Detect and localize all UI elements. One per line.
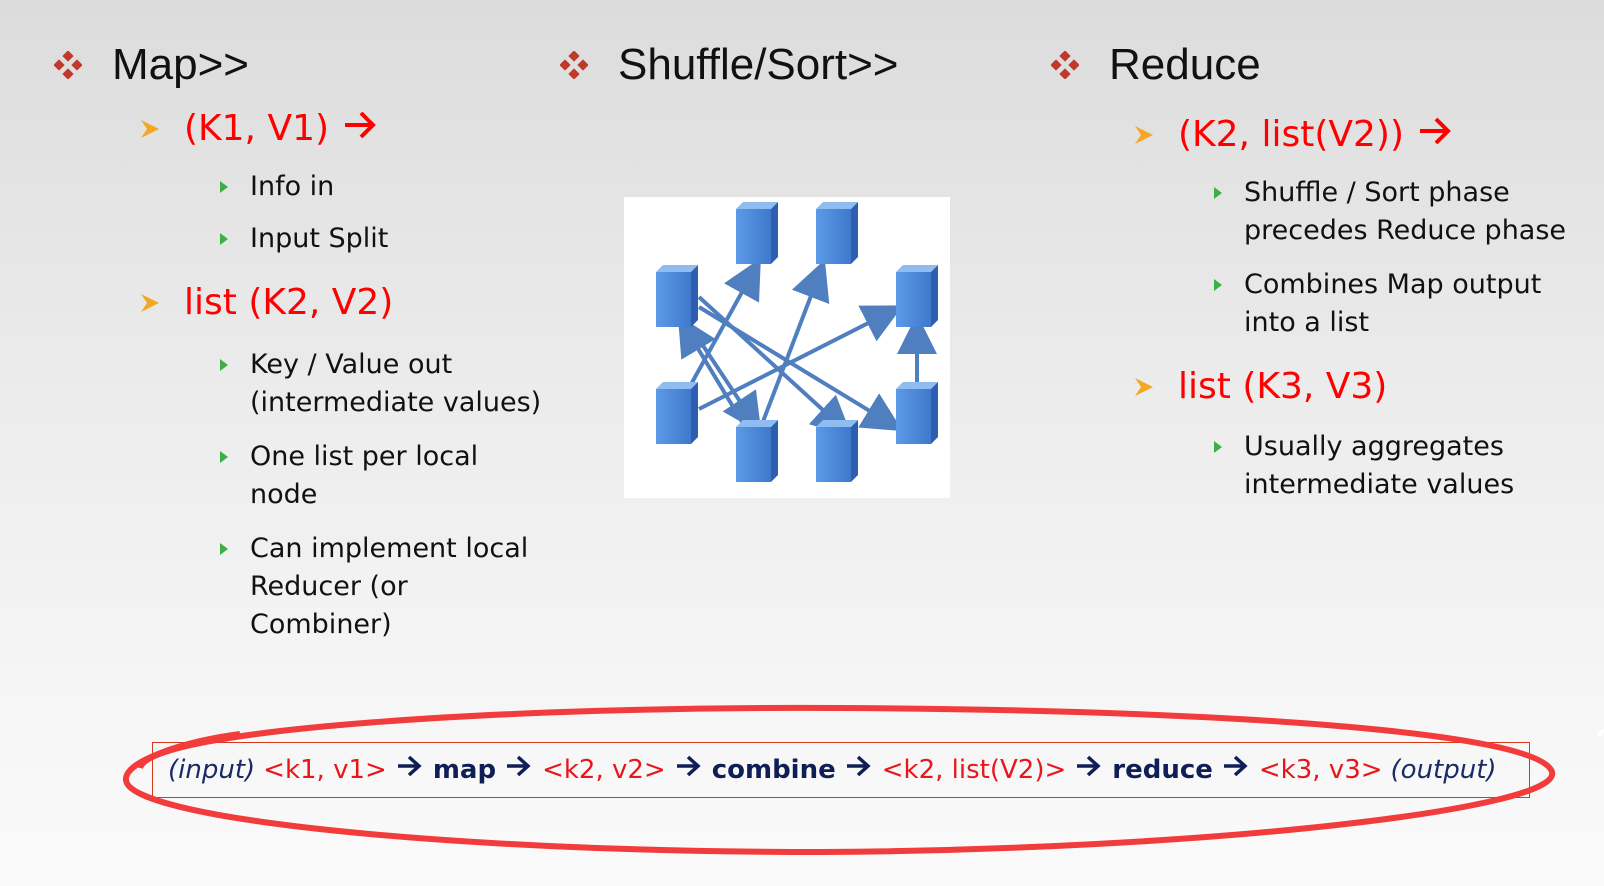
map-bullet-text: Key / Value out (intermediate values) — [250, 349, 542, 418]
map-input-pair: (K1, V1) — [138, 108, 377, 149]
arrow-right-icon — [506, 751, 532, 789]
map-input-pair-label: (K1, V1) — [184, 108, 330, 149]
arrow-right-icon — [846, 751, 872, 789]
arrow-right-icon — [1418, 114, 1452, 155]
flow-kv-k2-list-v2: <k2, list(V2)> — [881, 755, 1067, 785]
triangle-right-icon — [220, 543, 228, 555]
triangle-right-icon — [1214, 441, 1222, 453]
reduce-bullet-text: Combines Map output into a list — [1244, 269, 1542, 338]
triangle-right-icon — [1214, 279, 1222, 291]
map-bullet-input-split: Input Split — [220, 220, 388, 258]
map-bullet-text: One list per local node — [250, 441, 479, 510]
chevron-right-icon — [1132, 375, 1156, 399]
shuffle-heading-label: Shuffle/Sort>> — [618, 40, 899, 89]
reduce-bullet-shuffle-sort: Shuffle / Sort phase precedes Reduce pha… — [1214, 174, 1566, 250]
map-heading-label: Map>> — [112, 40, 249, 89]
flow-input: (input) — [168, 755, 256, 785]
reduce-input-pair-label: (K2, list(V2)) — [1178, 114, 1404, 155]
map-bullet-info-in: Info in — [220, 168, 334, 206]
network-nodes-illustration — [624, 197, 950, 498]
triangle-right-icon — [220, 233, 228, 245]
reduce-bullet-aggregates: Usually aggregates intermediate values — [1214, 428, 1514, 504]
reduce-heading: Reduce — [1051, 40, 1261, 90]
flow-kv-k2-v2: <k2, v2> — [542, 755, 666, 785]
reduce-bullet-combines: Combines Map output into a list — [1214, 266, 1541, 342]
triangle-right-icon — [220, 359, 228, 371]
map-bullet-text: Input Split — [250, 223, 389, 254]
diamond-bullet-icon — [560, 51, 588, 79]
reduce-output-list-label: list (K3, V3) — [1178, 366, 1388, 407]
reduce-input-pair: (K2, list(V2)) — [1132, 114, 1452, 155]
chevron-right-icon — [138, 291, 162, 315]
triangle-right-icon — [220, 181, 228, 193]
map-bullet-text: Can implement local Reducer (or Combiner… — [250, 533, 529, 640]
map-heading: Map>> — [54, 40, 249, 90]
diamond-bullet-icon — [1051, 51, 1079, 79]
flow-op-combine: combine — [711, 755, 836, 785]
flow-kv-k1-v1: <k1, v1> — [263, 755, 387, 785]
reduce-bullet-text: Shuffle / Sort phase precedes Reduce pha… — [1244, 177, 1567, 246]
reduce-heading-label: Reduce — [1109, 40, 1261, 89]
arrow-right-icon — [343, 108, 377, 149]
triangle-right-icon — [220, 451, 228, 463]
reduce-output-list: list (K3, V3) — [1132, 366, 1387, 407]
flow-summary: (input) <k1, v1> map <k2, v2> combine <k… — [168, 751, 1497, 789]
flow-op-reduce: reduce — [1112, 755, 1213, 785]
flow-op-map: map — [432, 755, 497, 785]
shuffle-heading: Shuffle/Sort>> — [560, 40, 899, 90]
arrow-right-icon — [676, 751, 702, 789]
map-output-list-label: list (K2, V2) — [184, 282, 394, 323]
flow-output: (output) — [1390, 755, 1497, 785]
chevron-right-icon — [138, 117, 162, 141]
reduce-bullet-text: Usually aggregates intermediate values — [1244, 431, 1515, 500]
flow-kv-k3-v3: <k3, v3> — [1258, 755, 1383, 785]
map-bullet-one-list: One list per local node — [220, 438, 478, 514]
arrow-right-icon — [1076, 751, 1102, 789]
triangle-right-icon — [1214, 187, 1222, 199]
map-output-list: list (K2, V2) — [138, 282, 393, 323]
map-bullet-local-reducer: Can implement local Reducer (or Combiner… — [220, 530, 528, 644]
chevron-right-icon — [1132, 123, 1156, 147]
map-bullet-text: Info in — [250, 171, 335, 202]
arrow-right-icon — [1223, 751, 1249, 789]
map-bullet-key-value-out: Key / Value out (intermediate values) — [220, 346, 541, 422]
arrow-right-icon — [397, 751, 423, 789]
diamond-bullet-icon — [54, 51, 82, 79]
edge-lines — [677, 257, 937, 437]
